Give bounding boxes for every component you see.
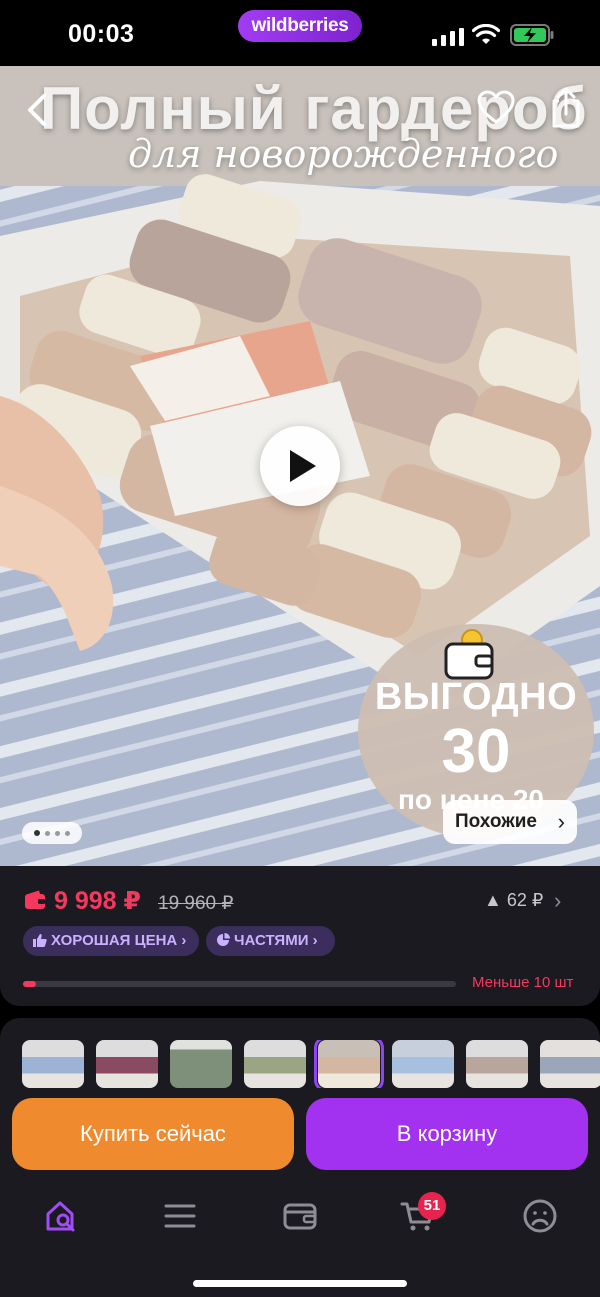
similar-products-button[interactable]: Похожие › <box>443 800 577 844</box>
current-price: 9 998 ₽ <box>54 887 141 915</box>
status-bar: 00:03 wildberries <box>0 0 600 66</box>
variant-thumbnail[interactable] <box>392 1040 454 1088</box>
variant-thumbnail[interactable] <box>244 1040 306 1088</box>
gallery-pagination <box>22 822 82 844</box>
add-to-cart-button[interactable]: В корзину <box>306 1098 588 1170</box>
promo-subheadline: для новорожденного <box>128 132 559 176</box>
chevron-right-icon: › <box>181 932 187 949</box>
chevron-right-icon: › <box>557 809 565 834</box>
installments-label: ЧАСТЯМИ <box>234 932 309 949</box>
signal-icon <box>432 28 464 46</box>
price-change[interactable]: ▲ 62 ₽ <box>484 890 543 911</box>
share-icon[interactable] <box>546 86 586 130</box>
stock-bar <box>23 981 456 987</box>
page-dot <box>65 830 70 836</box>
similar-label: Похожие <box>455 811 537 832</box>
installments-chip[interactable]: ЧАСТЯМИ › <box>206 926 335 956</box>
product-gallery[interactable]: Полный гардероб для новорожденного ВЫГОД… <box>0 66 600 866</box>
chevron-right-icon: › <box>312 932 318 949</box>
profile-icon[interactable] <box>520 1196 560 1236</box>
page-dot <box>45 830 50 836</box>
good-price-chip[interactable]: ХОРОШАЯ ЦЕНА › <box>23 926 199 956</box>
triangle-up-icon: ▲ <box>484 890 502 910</box>
good-price-label: ХОРОШАЯ ЦЕНА <box>51 932 178 949</box>
wallet-coin-icon <box>444 629 494 680</box>
wallet-icon[interactable] <box>280 1196 320 1236</box>
back-icon[interactable] <box>20 88 56 132</box>
price-panel: 9 998 ₽ 19 960 ₽ ▲ 62 ₽ › ХОРОШАЯ ЦЕНА ›… <box>0 866 600 1006</box>
battery-charging-icon <box>510 24 554 46</box>
variant-thumbnail[interactable] <box>96 1040 158 1088</box>
play-icon <box>290 450 316 482</box>
price-change-value: 62 ₽ <box>506 890 544 910</box>
tab-bar <box>0 1196 600 1240</box>
brand-logo: wildberries <box>238 10 362 42</box>
promo-title: ВЫГОДНО <box>374 676 578 718</box>
buy-now-button[interactable]: Купить сейчас <box>12 1098 294 1170</box>
old-price: 19 960 ₽ <box>158 893 234 914</box>
promo-count: 30 <box>441 717 511 786</box>
catalog-icon[interactable] <box>160 1196 200 1236</box>
page-dot <box>55 830 60 836</box>
page-dot <box>34 830 40 836</box>
wallet-icon <box>25 890 45 909</box>
wifi-icon <box>472 24 500 44</box>
chevron-right-icon[interactable]: › <box>554 888 561 914</box>
thumbs-up-icon <box>33 934 47 947</box>
status-time: 00:03 <box>68 20 135 48</box>
home-search-icon[interactable] <box>42 1196 82 1236</box>
bottom-sheet: Купить сейчас В корзину 51 <box>0 1018 600 1297</box>
cart-count-badge: 51 <box>418 1192 446 1220</box>
stock-bar-fill <box>23 981 36 987</box>
home-indicator[interactable] <box>193 1280 407 1287</box>
pie-chart-icon <box>217 933 230 946</box>
stock-text: Меньше 10 шт <box>472 974 574 991</box>
variant-thumbnails <box>22 1040 600 1088</box>
play-video-button[interactable] <box>260 426 340 506</box>
variant-thumbnail[interactable] <box>466 1040 528 1088</box>
variant-thumbnail-selected[interactable] <box>314 1040 384 1088</box>
variant-thumbnail[interactable] <box>170 1040 232 1088</box>
variant-thumbnail[interactable] <box>22 1040 84 1088</box>
variant-thumbnail[interactable] <box>540 1040 600 1088</box>
heart-icon[interactable] <box>476 88 516 128</box>
